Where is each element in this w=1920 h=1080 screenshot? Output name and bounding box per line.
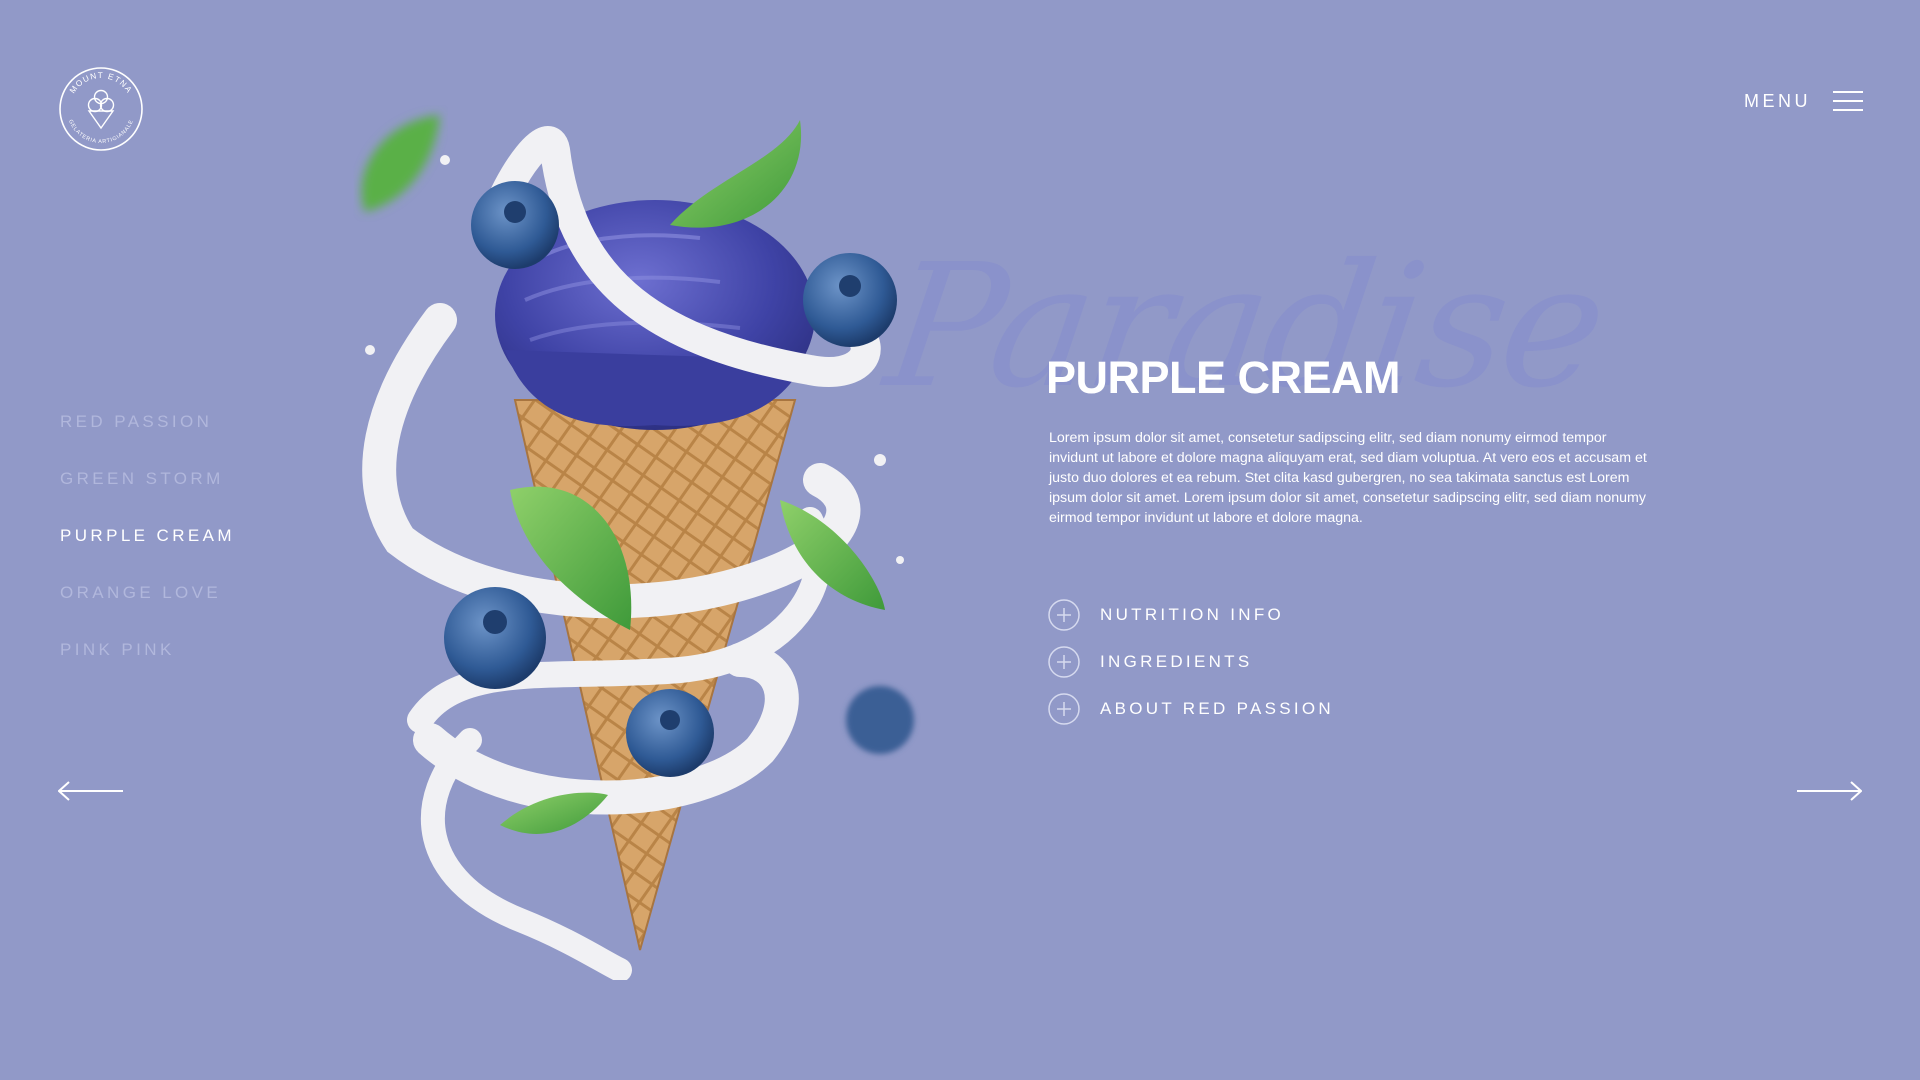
accordion-ingredients[interactable]: INGREDIENTS [1048, 638, 1334, 685]
accordion-label: NUTRITION INFO [1100, 604, 1285, 624]
arrow-left-icon[interactable] [58, 780, 124, 802]
svg-text:GELATERIA ARTIGIANALE: GELATERIA ARTIGIANALE [67, 119, 135, 145]
flavor-item-purple-cream[interactable]: PURPLE CREAM [60, 526, 300, 583]
flavor-item-green-storm[interactable]: GREEN STORM [60, 469, 300, 526]
flavor-item-red-passion[interactable]: RED PASSION [60, 412, 300, 469]
ice-cream-icon [87, 89, 115, 130]
blurred-leaf-icon [361, 115, 440, 212]
plus-circle-icon [1048, 598, 1080, 631]
info-accordion: NUTRITION INFO INGREDIENTS ABOUT RED PAS… [1048, 591, 1334, 732]
flavor-item-orange-love[interactable]: ORANGE LOVE [60, 583, 300, 640]
hamburger-icon [1833, 91, 1863, 111]
mount-etna-logo[interactable]: MOUNT ETNA GELATERIA ARTIGIANALE [58, 66, 144, 152]
plus-circle-icon [1048, 645, 1080, 678]
product-description: Lorem ipsum dolor sit amet, consetetur s… [1049, 430, 1647, 526]
plus-circle-icon [1048, 692, 1080, 725]
arrow-right-icon[interactable] [1796, 780, 1862, 802]
logo-bottom-text: GELATERIA ARTIGIANALE [67, 119, 134, 145]
accordion-label: INGREDIENTS [1100, 651, 1253, 671]
product-title: PURPLE CREAM [1046, 352, 1401, 403]
flavor-item-pink-pink[interactable]: PINK PINK [60, 640, 300, 697]
accordion-label: ABOUT RED PASSION [1100, 698, 1335, 718]
menu-button[interactable]: MENU [1744, 90, 1863, 112]
menu-label: MENU [1744, 90, 1811, 111]
flavor-nav: RED PASSION GREEN STORM PURPLE CREAM ORA… [60, 412, 300, 697]
accordion-nutrition-info[interactable]: NUTRITION INFO [1048, 591, 1334, 638]
accordion-about[interactable]: ABOUT RED PASSION [1048, 685, 1334, 732]
ice-cream-cone-illustration [361, 115, 914, 980]
page: MOUNT ETNA GELATERIA ARTIGIANALE MENU RE… [0, 0, 1920, 1080]
